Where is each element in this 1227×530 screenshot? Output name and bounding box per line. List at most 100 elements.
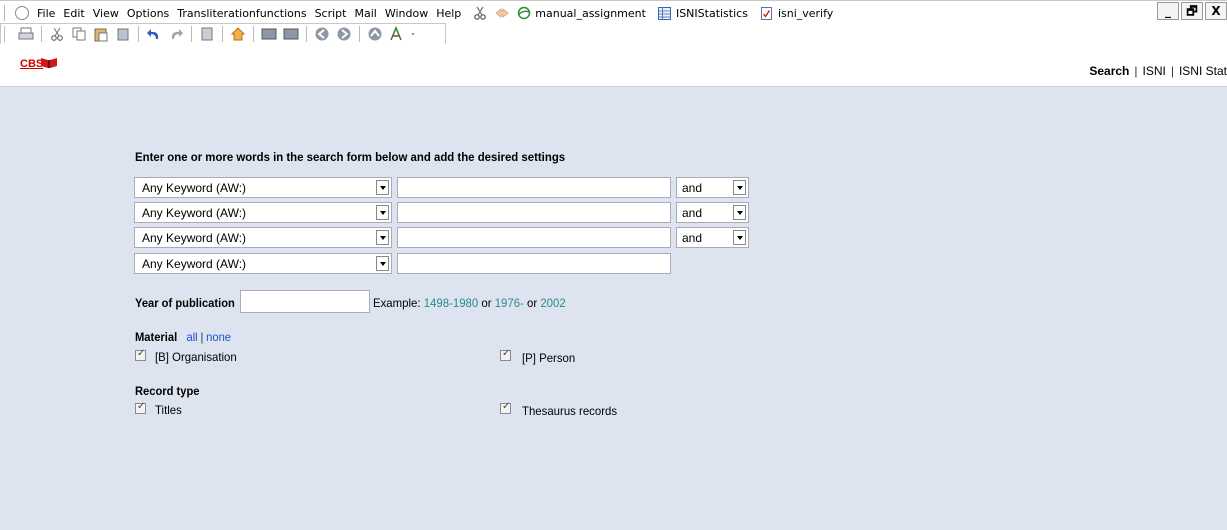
chevron-down-icon[interactable] (376, 180, 389, 195)
app-icon[interactable] (15, 6, 29, 20)
year-example: Example: 1498-1980 or 1976- or 2002 (373, 296, 566, 310)
page-header: CBS Search | ISNI | ISNI Stat (0, 44, 1227, 86)
field-select-value: Any Keyword (AW:) (142, 181, 247, 195)
back-icon[interactable] (314, 26, 330, 42)
field-select[interactable]: Any Keyword (AW:) (134, 253, 392, 274)
operator-select[interactable]: and (676, 177, 749, 198)
organisation-label: [B] Organisation (155, 350, 237, 364)
menu-row: File Edit View Options Transliterationfu… (0, 3, 845, 23)
undo-icon[interactable] (146, 26, 162, 42)
example-prefix: Example: (373, 296, 424, 310)
forward-icon[interactable] (336, 26, 352, 42)
toolbar-separator (138, 26, 139, 42)
example-single-year: 2002 (540, 296, 566, 310)
year-input[interactable] (240, 290, 370, 313)
ie-globe-icon[interactable] (517, 6, 531, 20)
field-select-value: Any Keyword (AW:) (142, 257, 247, 271)
nav-separator: | (1170, 64, 1174, 78)
search-term-input[interactable] (397, 253, 671, 274)
example-open-range: 1976- (494, 296, 524, 310)
menu-script[interactable]: Script (311, 7, 351, 20)
year-label: Year of publication (135, 296, 235, 310)
person-checkbox[interactable] (500, 348, 511, 361)
page-icon[interactable] (199, 26, 215, 42)
chevron-down-icon[interactable] (376, 230, 389, 245)
paste-icon[interactable] (93, 26, 109, 42)
chevron-down-icon[interactable] (376, 205, 389, 220)
nav-separator: | (1134, 64, 1138, 78)
menu-help[interactable]: Help (432, 7, 465, 20)
thesaurus-records-checkbox[interactable] (500, 401, 511, 414)
bookmark-isni-statistics[interactable]: ISNIStatistics (657, 6, 748, 20)
menu-bar: File Edit View Options Transliterationfu… (0, 0, 1227, 45)
toolbar-separator (191, 26, 192, 42)
home-icon[interactable] (230, 26, 246, 42)
close-button[interactable]: X (1205, 2, 1227, 20)
inline-tools (469, 6, 535, 20)
menu-grip[interactable] (4, 5, 9, 21)
operator-value: and (682, 231, 703, 245)
screen-icon[interactable] (261, 26, 277, 42)
font-icon[interactable] (389, 26, 405, 42)
menu-file[interactable]: File (33, 7, 59, 20)
menu-transliterationfunctions[interactable]: Transliterationfunctions (173, 7, 310, 20)
print-icon[interactable] (18, 26, 34, 42)
field-select[interactable]: Any Keyword (AW:) (134, 227, 392, 248)
field-select-value: Any Keyword (AW:) (142, 231, 247, 245)
nav-isni[interactable]: ISNI (1143, 64, 1166, 78)
menu-view[interactable]: View (89, 7, 123, 20)
nav-isni-stat[interactable]: ISNI Stat (1179, 64, 1227, 78)
chevron-down-icon[interactable] (733, 180, 746, 195)
table-icon (657, 6, 671, 20)
material-heading: Material all | none (135, 330, 231, 344)
up-icon[interactable] (367, 26, 383, 42)
titles-checkbox[interactable] (135, 401, 146, 414)
restore-button[interactable]: 🗗 (1181, 2, 1203, 20)
titles-label: Titles (155, 403, 182, 417)
menu-options[interactable]: Options (123, 7, 173, 20)
search-intro: Enter one or more words in the search fo… (135, 150, 566, 164)
chevron-down-icon[interactable] (733, 205, 746, 220)
chevron-down-icon[interactable] (411, 26, 419, 42)
redo-icon[interactable] (168, 26, 184, 42)
search-term-input[interactable] (397, 202, 671, 223)
material-none-link[interactable]: none (206, 330, 231, 344)
cut-icon[interactable] (49, 26, 65, 42)
search-term-input[interactable] (397, 227, 671, 248)
nav-search[interactable]: Search (1089, 64, 1129, 78)
bookmark-label: isni_verify (777, 6, 834, 20)
material-all-link[interactable]: all (186, 330, 197, 344)
organisation-checkbox[interactable] (135, 348, 146, 361)
operator-select[interactable]: and (676, 202, 749, 223)
minimize-button[interactable]: _ (1157, 2, 1179, 20)
search-term-input[interactable] (397, 177, 671, 198)
example-or: or (523, 296, 541, 310)
field-select[interactable]: Any Keyword (AW:) (134, 177, 392, 198)
arrow-left-right-icon[interactable] (495, 6, 509, 20)
material-separator: | (200, 330, 204, 344)
bookmark-isni-verify[interactable]: isni_verify (760, 6, 834, 20)
window-controls: _ 🗗 X (1155, 2, 1227, 20)
copy-icon[interactable] (71, 26, 87, 42)
field-select[interactable]: Any Keyword (AW:) (134, 202, 392, 223)
toolbar-separator (222, 26, 223, 42)
scissors-icon[interactable] (473, 6, 487, 20)
thesaurus-records-label: Thesaurus records (522, 404, 618, 418)
bookmark-manual-assignment[interactable]: manual_assignment (535, 7, 646, 20)
toolbar-separator (41, 26, 42, 42)
material-label: Material (135, 330, 178, 344)
person-label: [P] Person (522, 351, 576, 365)
menu-mail[interactable]: Mail (350, 7, 380, 20)
menu-window[interactable]: Window (381, 7, 432, 20)
example-or: or (478, 296, 495, 310)
chevron-down-icon[interactable] (733, 230, 746, 245)
chevron-down-icon[interactable] (376, 256, 389, 271)
top-navigation: Search | ISNI | ISNI Stat (1089, 64, 1227, 78)
bookmark-label: manual_assignment (535, 6, 646, 20)
window-icon[interactable] (283, 26, 299, 42)
operator-select[interactable]: and (676, 227, 749, 248)
toolbar-grip[interactable] (4, 26, 9, 42)
toolbar-separator (253, 26, 254, 42)
menu-edit[interactable]: Edit (59, 7, 88, 20)
clipboard-icon[interactable] (115, 26, 131, 42)
